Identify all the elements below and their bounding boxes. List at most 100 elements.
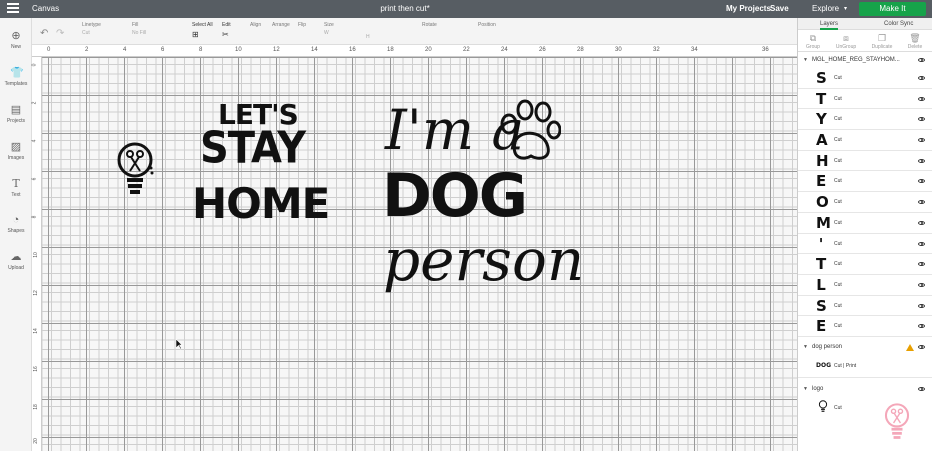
eye-icon[interactable] (918, 282, 925, 287)
eye-icon[interactable] (918, 303, 925, 308)
layer-row[interactable]: L Cut (798, 274, 932, 296)
linetype-control[interactable]: Linetype Cut (82, 22, 101, 36)
left-sidebar: ⊕ New 👕 Templates ▤ Projects ▨ Images T … (0, 18, 32, 451)
rotate-control[interactable]: Rotate (422, 22, 437, 28)
layer-thumbnail: H (816, 151, 829, 170)
redo-icon[interactable]: ↷ (56, 28, 64, 39)
layer-operation: Cut (834, 75, 842, 81)
layer-group-logo[interactable]: ▼ logo (798, 381, 932, 396)
layer-row[interactable]: A Cut (798, 130, 932, 151)
sidebar-item-new[interactable]: ⊕ New (0, 30, 32, 50)
layer-thumbnail: E (816, 317, 827, 336)
design-dog[interactable]: DOG (382, 166, 528, 226)
tab-layers[interactable]: Layers (820, 18, 839, 30)
layer-operation: Cut (834, 178, 842, 185)
chevron-down-icon[interactable]: ▾ (844, 0, 847, 18)
layer-thumbnail: ' (818, 234, 824, 253)
group-button[interactable]: ⧉ Group (801, 33, 825, 50)
chevron-down-icon[interactable]: ▼ (803, 340, 808, 354)
ruler-tick-label: 2 (31, 101, 38, 105)
eye-icon[interactable] (918, 58, 925, 62)
size-w-field[interactable]: W (324, 30, 334, 36)
warning-icon[interactable] (906, 343, 914, 351)
projects-icon: ▤ (10, 104, 22, 116)
size-h-field[interactable]: H (366, 32, 370, 40)
align-control[interactable]: Align (250, 22, 261, 28)
design-stay[interactable]: STAY (200, 126, 306, 170)
select-all-button[interactable]: Select All ⊞ (192, 22, 213, 39)
save-button[interactable]: Save (770, 0, 789, 18)
duplicate-button[interactable]: ❐ Duplicate (870, 33, 894, 50)
my-projects-link[interactable]: My Projects (726, 0, 771, 18)
eye-icon[interactable] (918, 220, 925, 225)
fill-label: Fill (132, 22, 139, 28)
layer-row[interactable]: T Cut (798, 88, 932, 110)
align-label: Align (250, 22, 262, 28)
flip-control[interactable]: Flip (298, 22, 306, 28)
layer-operation: Cut (834, 281, 842, 288)
layer-row[interactable]: M Cut (798, 212, 932, 234)
layer-row[interactable]: E Cut (798, 171, 932, 193)
eye-icon[interactable] (918, 241, 925, 246)
size-control[interactable]: Size W (324, 22, 334, 36)
eye-icon[interactable] (918, 262, 925, 267)
layer-row[interactable]: H Cut (798, 150, 932, 172)
position-control[interactable]: Position (478, 22, 496, 28)
edit-button[interactable]: Edit ✂ (222, 22, 231, 39)
sidebar-item-text[interactable]: T Text (0, 178, 32, 199)
eye-icon[interactable] (918, 138, 925, 143)
ruler-tick-label: 4 (123, 47, 127, 53)
ruler-tick-label: 18 (32, 404, 39, 410)
ruler-tick-label: 0 (47, 47, 51, 53)
undo-icon[interactable]: ↶ (40, 28, 48, 39)
sidebar-item-projects[interactable]: ▤ Projects (0, 104, 32, 124)
sidebar-item-shapes[interactable]: ◔ Shapes (0, 214, 32, 234)
eye-icon[interactable] (918, 158, 925, 163)
eye-icon[interactable] (918, 76, 925, 80)
chevron-down-icon[interactable]: ▼ (803, 382, 808, 396)
make-it-button[interactable]: Make It (859, 2, 926, 16)
arrange-control[interactable]: Arrange (272, 22, 290, 28)
layer-row[interactable]: S Cut (798, 295, 932, 317)
menu-icon[interactable] (7, 3, 19, 15)
upload-icon: ☁ (10, 251, 22, 263)
layer-row[interactable]: Y Cut (798, 109, 932, 131)
explore-dropdown[interactable]: Explore (812, 0, 839, 18)
eye-icon[interactable] (918, 344, 925, 349)
design-person[interactable]: person (383, 230, 584, 290)
ruler-tick-label: 34 (691, 47, 698, 53)
eye-icon[interactable] (918, 324, 925, 329)
layer-group-name: dog person (812, 343, 843, 350)
arrange-label: Arrange (272, 22, 290, 28)
ungroup-button[interactable]: ⧈ UnGroup (834, 33, 858, 50)
eye-icon[interactable] (918, 386, 925, 391)
tab-color-sync[interactable]: Color Sync (884, 18, 913, 30)
layer-thumbnail: S (816, 69, 827, 87)
eye-icon[interactable] (918, 96, 925, 101)
layer-row[interactable]: O Cut (798, 192, 932, 213)
layer-row[interactable]: E Cut (798, 316, 932, 337)
logo-design[interactable] (115, 142, 155, 200)
layer-group-stayhome[interactable]: ▼ MGL_HOME_REG_STAYHOM... (798, 52, 932, 68)
eye-icon[interactable] (918, 200, 925, 205)
eye-icon[interactable] (918, 117, 925, 122)
layer-row[interactable]: ' Cut (798, 233, 932, 255)
layer-group-dog-person[interactable]: ▼ dog person (798, 339, 932, 354)
sidebar-item-upload[interactable]: ☁ Upload (0, 251, 32, 271)
layer-row[interactable]: DOG Cut | Print (798, 353, 932, 378)
sidebar-item-label: Upload (8, 265, 24, 271)
ruler-tick-label: 16 (349, 47, 356, 53)
eye-icon[interactable] (918, 179, 925, 184)
sidebar-item-images[interactable]: ▨ Images (0, 141, 32, 161)
layer-row[interactable]: T Cut (798, 254, 932, 275)
sidebar-item-templates[interactable]: 👕 Templates (0, 67, 32, 87)
size-label: Size (324, 22, 334, 28)
ruler-tick-label: 30 (615, 47, 622, 53)
design-home[interactable]: HOME (192, 183, 330, 225)
scissors-icon: ✂ (222, 30, 229, 39)
fill-control[interactable]: Fill No Fill (132, 22, 146, 36)
ruler-tick-label: 8 (31, 215, 38, 219)
delete-button[interactable]: 🗑 Delete (903, 33, 927, 50)
chevron-down-icon[interactable]: ▼ (803, 52, 808, 68)
layer-row[interactable]: S Cut (798, 68, 932, 89)
